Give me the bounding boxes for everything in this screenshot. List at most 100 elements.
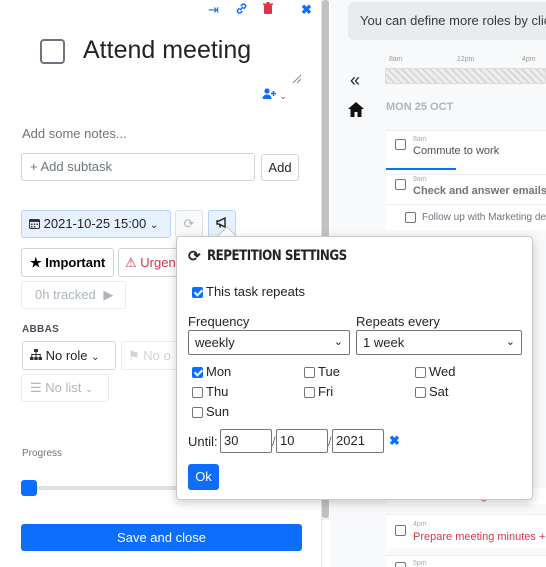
chevron-down-icon: ⌄ (279, 91, 287, 101)
add-subtask-button[interactable]: Add (261, 154, 299, 181)
resize-grip-icon[interactable] (291, 73, 301, 83)
frequency-label: Frequency (188, 314, 250, 329)
save-and-close-button[interactable]: Save and close (21, 524, 302, 551)
day-checkbox-wed[interactable] (415, 367, 426, 378)
role-dropdown[interactable]: No role ⌄ (22, 341, 116, 370)
item-checkbox[interactable] (395, 525, 406, 536)
refresh-icon: ⟳ (188, 248, 201, 265)
tick-label: 12pm (457, 56, 475, 63)
important-label: Important (45, 255, 106, 270)
flag-icon: ⚑ (128, 348, 140, 363)
repeats-every-select[interactable]: 1 week ⌄ (356, 330, 522, 355)
repeats-label: This task repeats (206, 284, 305, 299)
chevron-down-icon: ⌄ (149, 220, 159, 231)
date-label: 2021-10-25 15:00 (43, 216, 147, 231)
day-timeline[interactable]: 8am 12pm 4pm (385, 56, 546, 84)
progress-label: Progress (22, 448, 63, 459)
chevron-down-icon: ⌄ (91, 352, 100, 363)
subtask-input[interactable]: + Add subtask (21, 153, 255, 181)
home-icon[interactable] (347, 101, 365, 123)
item-time: 8am (413, 136, 427, 143)
tick-label: 4pm (522, 56, 536, 63)
day-checkbox-fri[interactable] (304, 387, 315, 398)
link-icon[interactable] (235, 2, 248, 19)
tip-banner: You can define more roles by clicking (348, 2, 546, 40)
day-label-wed: Wed (429, 364, 456, 379)
item-checkbox[interactable] (395, 139, 406, 150)
goal-dropdown[interactable]: ⚑ No o (121, 341, 181, 370)
list-item[interactable]: 4pm Prepare meeting minutes + (386, 514, 546, 548)
star-icon: ★ (30, 255, 42, 270)
list-item[interactable]: 5pm (386, 555, 546, 567)
list-item[interactable]: 9am Check and answer emails (386, 174, 546, 204)
until-month-input[interactable]: 10 (276, 429, 328, 453)
list-dropdown[interactable]: ☰ No list ⌄ (21, 374, 109, 402)
day-label-sun: Sun (206, 404, 230, 419)
task-title-row: Attend meeting (40, 32, 302, 72)
repeats-every-value: 1 week (363, 335, 405, 350)
day-checkbox-tue[interactable] (304, 367, 315, 378)
collapse-icon[interactable]: « (350, 70, 360, 91)
urgent-label: Urgent (140, 255, 180, 270)
day-checkbox-sat[interactable] (415, 387, 426, 398)
until-day-input[interactable]: 30 (220, 429, 272, 453)
list-label: No list (45, 380, 82, 395)
item-checkbox[interactable] (395, 562, 406, 567)
day-label-fri: Fri (318, 384, 334, 399)
chevron-down-icon: ⌄ (85, 384, 94, 395)
popup-title: REPETITION SETTINGS (207, 248, 347, 264)
play-icon: ▶ (103, 287, 114, 302)
day-label-sat: Sat (429, 384, 449, 399)
move-icon[interactable]: ⇥ (208, 2, 219, 18)
repeat-button[interactable]: ⟳ (175, 210, 203, 238)
section-label: ABBAS (22, 324, 60, 335)
item-checkbox[interactable] (395, 179, 406, 190)
item-checkbox[interactable] (405, 212, 416, 223)
item-time: 4pm (413, 521, 427, 528)
day-checkbox-mon[interactable] (192, 367, 203, 378)
task-complete-checkbox[interactable] (40, 39, 65, 64)
assign-user-button[interactable]: ⌄ (262, 88, 287, 102)
trash-icon[interactable] (262, 2, 274, 19)
repeats-checkbox[interactable] (192, 287, 203, 298)
item-text: Prepare meeting minutes + (413, 531, 546, 543)
chevron-down-icon: ⌄ (505, 336, 515, 348)
day-label-tue: Tue (318, 364, 340, 379)
frequency-select[interactable]: weekly ⌄ (188, 330, 350, 355)
list-item[interactable]: Follow up with Marketing dept (386, 204, 546, 230)
warning-icon: ⚠ (125, 255, 137, 270)
day-label-mon: Mon (206, 364, 232, 379)
day-checkbox-sun[interactable] (192, 407, 203, 418)
list-item[interactable]: 8am Commute to work (386, 130, 546, 174)
item-text: Commute to work (413, 145, 500, 157)
repetition-settings-popup: ⟳ REPETITION SETTINGS This task repeats … (176, 236, 533, 500)
list-icon: ☰ (30, 380, 42, 395)
timeline-bar (385, 68, 546, 84)
clear-until-icon[interactable]: ✖ (389, 433, 400, 449)
until-year-input[interactable]: 2021 (332, 429, 384, 453)
until-label: Until: (188, 434, 218, 449)
item-time: 9am (413, 176, 427, 183)
day-label-thu: Thu (206, 384, 229, 399)
item-text: Follow up with Marketing dept (422, 212, 546, 223)
progress-slider-thumb[interactable] (21, 480, 37, 496)
ok-button[interactable]: Ok (188, 464, 219, 490)
date-button[interactable]: 2021-10-25 15:00 ⌄ (21, 210, 171, 238)
time-tracked-button[interactable]: 0h tracked ▶ (21, 281, 126, 309)
chevron-down-icon: ⌄ (333, 336, 343, 348)
role-label: No role (45, 348, 88, 363)
item-text: Check and answer emails (413, 185, 546, 197)
close-icon[interactable]: ✖ (301, 2, 312, 18)
refresh-icon: ⟳ (183, 216, 195, 231)
sitemap-icon (30, 349, 42, 360)
frequency-value: weekly (195, 335, 235, 350)
day-label: MON 25 OCT (386, 101, 454, 113)
user-plus-icon (262, 88, 276, 99)
task-title[interactable]: Attend meeting (83, 32, 251, 68)
timeline-ticks: 8am 12pm 4pm (385, 56, 546, 66)
item-progress (386, 168, 456, 170)
task-toolbar: ⇥ ✖ (205, 2, 315, 18)
important-button[interactable]: ★ Important (21, 248, 114, 277)
day-checkbox-thu[interactable] (192, 387, 203, 398)
notes-field[interactable]: Add some notes... (22, 126, 127, 141)
